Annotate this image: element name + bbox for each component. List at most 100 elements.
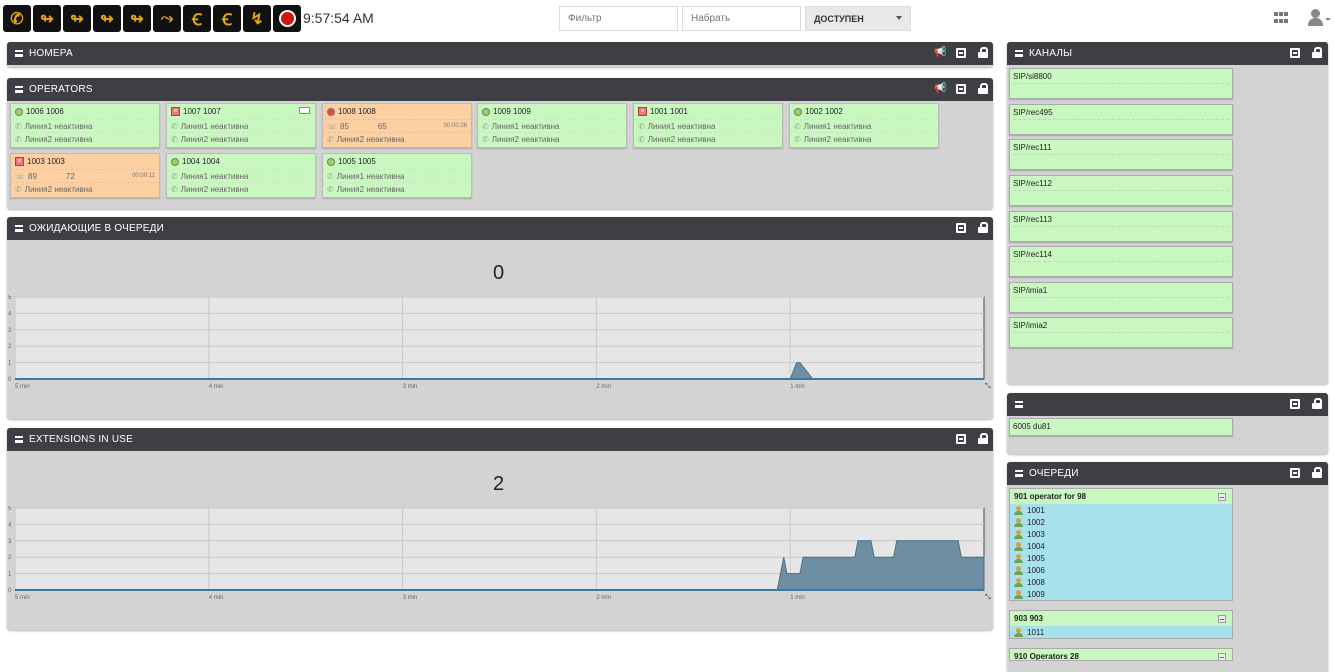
channel-item[interactable]: SIP/rec113	[1009, 211, 1233, 242]
minimize-icon[interactable]	[1290, 468, 1300, 478]
menu-icon[interactable]	[15, 436, 23, 443]
menu-icon[interactable]	[15, 50, 23, 57]
channel-item[interactable]: SIP/rec495	[1009, 104, 1233, 135]
whisper-button[interactable]: Ꞓ	[213, 5, 241, 32]
member-number: 1005	[1027, 553, 1045, 563]
minimize-icon[interactable]	[1290, 399, 1300, 409]
minimize-icon[interactable]	[956, 48, 966, 58]
member-number: 1001	[1027, 505, 1045, 515]
callee-number: 65	[377, 121, 387, 131]
menu-icon[interactable]	[1015, 470, 1023, 477]
operator-card[interactable]: × 1007 1007 ✆ Линия1 неактивна ✆ Линия2 неа…	[166, 103, 316, 148]
channels-panel-header: КАНАЛЫ	[1007, 42, 1328, 65]
line-phone-icon: ✆	[794, 121, 801, 131]
minimize-icon[interactable]	[956, 84, 966, 94]
queue-card[interactable]: 903 903 1011	[1009, 610, 1233, 639]
agent-icon	[1014, 577, 1023, 587]
channel-item[interactable]: SIP/imia2	[1009, 317, 1233, 348]
lock-icon[interactable]	[1312, 47, 1322, 58]
line-phone-icon: ✆	[171, 171, 178, 181]
status-select[interactable]: ДОСТУПЕН	[805, 6, 911, 31]
call-forward-mail-button[interactable]: ↬	[93, 5, 121, 32]
agent-icon	[1014, 541, 1023, 551]
queue-member[interactable]: 1004	[1010, 540, 1232, 552]
listen-button[interactable]: Ꞓ	[183, 5, 211, 32]
offline-status-icon: ×	[15, 157, 24, 166]
lock-icon[interactable]	[978, 222, 988, 233]
operator-card[interactable]: 1005 1005 ✆ Линия1 неактивна ✆ Линия2 неак…	[322, 153, 472, 198]
queue-member[interactable]: 1006	[1010, 564, 1232, 576]
queue-member[interactable]: 1011	[1010, 626, 1232, 638]
available-status-icon	[482, 107, 490, 116]
operator-card[interactable]: 1002 1002 ✆ Линия1 неактивна ✆ Линия2 неак…	[789, 103, 939, 148]
queue-member[interactable]: 1008	[1010, 576, 1232, 588]
operator-card[interactable]: 1004 1004 ✆ Линия1 неактивна ✆ Линия2 неак…	[166, 153, 316, 198]
x-tick-label: 2 min	[596, 384, 611, 390]
channel-item[interactable]: SIP/rec112	[1009, 175, 1233, 206]
lock-icon[interactable]	[978, 83, 988, 94]
operator-card[interactable]: × 1003 1003 ☏ 89 72 00:00:11 ✆ Линия2 неактив…	[10, 153, 160, 198]
queue-member[interactable]: 1002	[1010, 516, 1232, 528]
minimize-icon[interactable]	[1290, 48, 1300, 58]
queue-member[interactable]: 1005	[1010, 552, 1232, 564]
parked-item[interactable]: 6005 du81	[1009, 418, 1233, 436]
lock-icon[interactable]	[978, 433, 988, 444]
operator-card[interactable]: 1009 1009 ✆ Линия1 неактивна ✆ Линия2 неак…	[477, 103, 627, 148]
filter-input[interactable]	[559, 6, 678, 31]
lock-icon[interactable]	[1312, 467, 1322, 478]
menu-icon[interactable]	[15, 225, 23, 232]
collapse-icon[interactable]	[1218, 653, 1226, 660]
dial-input[interactable]	[682, 6, 801, 31]
queue-card[interactable]: 901 operator for 98 1001 1002 1003 1004 …	[1009, 488, 1233, 601]
y-tick-label: 3	[8, 328, 12, 334]
record-stop-button[interactable]	[273, 5, 301, 32]
minimize-icon[interactable]	[956, 434, 966, 444]
operator-card[interactable]: × 1001 1001 ✆ Линия1 неактивна ✆ Линия2 неа…	[633, 103, 783, 148]
operator-card[interactable]: 1006 1006 ✆ Линия1 неактивна ✆ Линия2 неак…	[10, 103, 160, 148]
queue-card[interactable]: 910 Operators 28	[1009, 648, 1233, 661]
operator-name: 1006 1006	[26, 107, 64, 116]
line2-status: Линия2 неактивна	[24, 134, 93, 144]
collapse-icon[interactable]	[1218, 615, 1226, 623]
channel-name: SIP/rec113	[1013, 215, 1052, 224]
lock-icon[interactable]	[1312, 398, 1322, 409]
available-status-icon	[171, 157, 179, 166]
channel-name: SIP/imia2	[1013, 321, 1048, 330]
lock-icon[interactable]	[978, 47, 988, 58]
apps-grid-icon[interactable]	[1274, 12, 1288, 25]
minimize-icon[interactable]	[956, 223, 966, 233]
call-timer: 00:00:11	[132, 173, 155, 179]
call-forward-chat-button[interactable]: ↬	[63, 5, 91, 32]
call-forward-button[interactable]: ↬	[33, 5, 61, 32]
channel-item[interactable]: SIP/imia1	[1009, 282, 1233, 313]
status-value: ДОСТУПЕН	[814, 14, 864, 24]
resize-icon: ⤡	[985, 594, 991, 601]
queue-member[interactable]: 1003	[1010, 528, 1232, 540]
megaphone-icon[interactable]: 📢	[934, 48, 946, 58]
member-number: 1003	[1027, 529, 1045, 539]
channel-item[interactable]: SIP/rec114	[1009, 246, 1233, 277]
y-tick-label: 4	[8, 522, 12, 528]
menu-icon[interactable]	[15, 86, 23, 93]
user-menu-icon[interactable]	[1308, 9, 1331, 29]
phone-button[interactable]: ✆	[3, 5, 31, 32]
call-forward-mobile-button[interactable]: ↬	[123, 5, 151, 32]
collapse-icon[interactable]	[1218, 493, 1226, 501]
y-tick-label: 0	[8, 377, 12, 383]
parked-name: 6005 du81	[1013, 422, 1051, 431]
menu-icon[interactable]	[1015, 50, 1023, 57]
menu-icon[interactable]	[1015, 401, 1023, 408]
clock: 9:57:54 AM	[303, 10, 374, 26]
operator-card[interactable]: 1008 1008 ☏ 85 65 00:00:26 ✆ Линия2 неактивн…	[322, 103, 472, 148]
queue-member[interactable]: 1009	[1010, 588, 1232, 600]
channel-item[interactable]: SIP/si8800	[1009, 68, 1233, 99]
caller-number: 89	[28, 171, 37, 181]
mail-icon[interactable]	[299, 107, 310, 114]
channel-name: SIP/rec495	[1013, 108, 1053, 117]
megaphone-icon[interactable]: 📢	[934, 84, 946, 94]
call-transfer-button[interactable]: ⤳	[153, 5, 181, 32]
hangup-button[interactable]: ↯	[243, 5, 271, 32]
available-status-icon	[327, 157, 335, 166]
channel-item[interactable]: SIP/rec111	[1009, 139, 1233, 170]
queue-member[interactable]: 1001	[1010, 504, 1232, 516]
